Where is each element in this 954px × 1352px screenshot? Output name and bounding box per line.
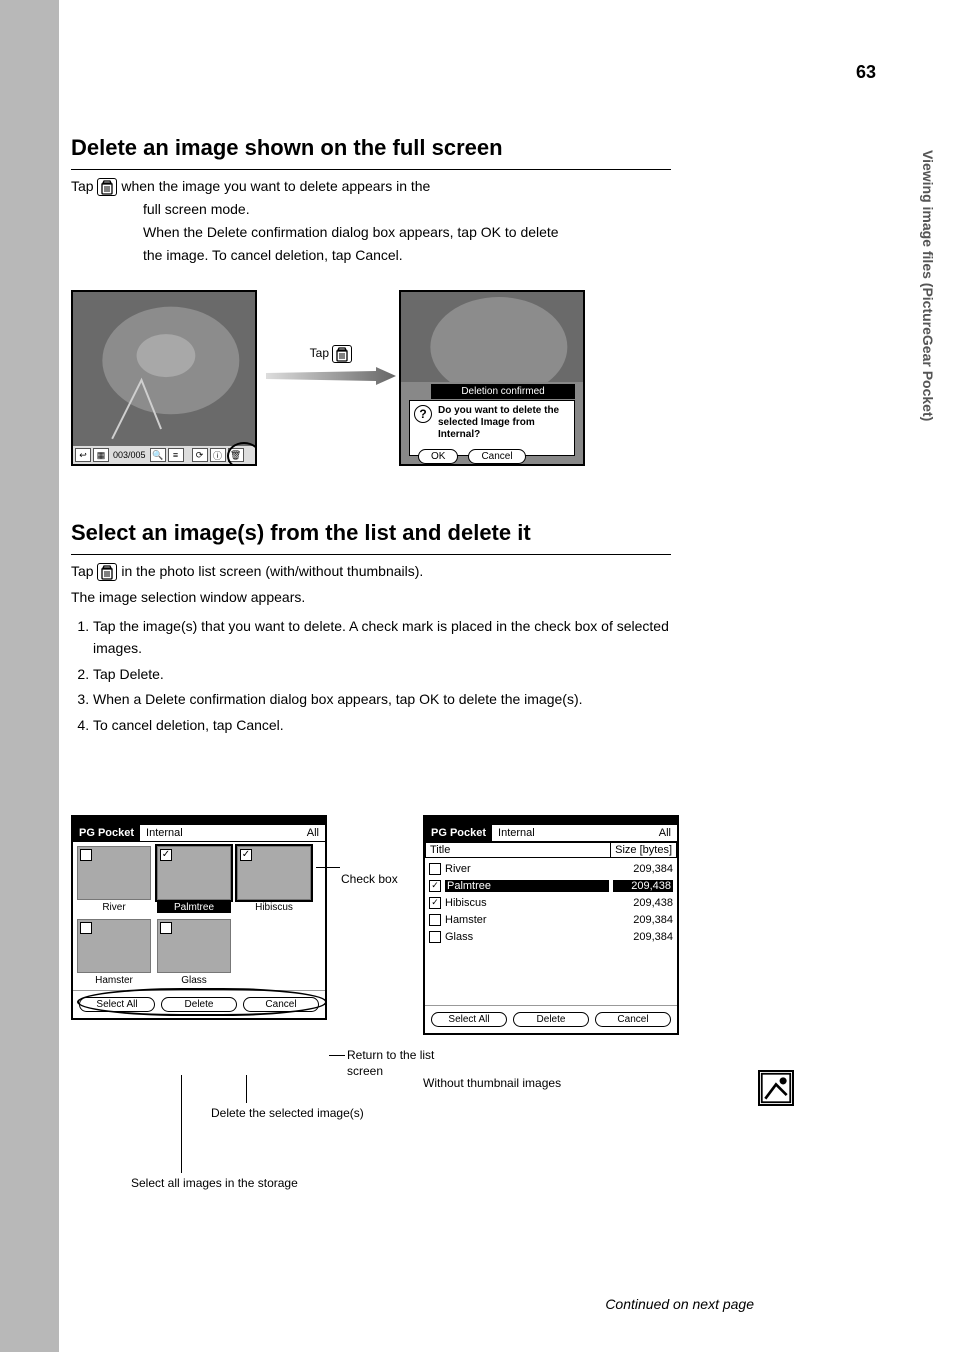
callout-delete: Delete the selected image(s) xyxy=(211,1105,411,1121)
question-icon: ? xyxy=(414,405,432,423)
checkbox[interactable] xyxy=(160,922,172,934)
screenshot-detail-list: PG Pocket Internal All Title Size [bytes… xyxy=(423,815,679,1035)
checkbox[interactable] xyxy=(80,922,92,934)
checkbox[interactable] xyxy=(80,849,92,861)
info-icon[interactable]: ⓘ xyxy=(210,448,226,462)
trash-icon xyxy=(97,563,117,581)
cancel-button[interactable]: Cancel xyxy=(243,997,319,1012)
step-4: To cancel deletion, tap Cancel. xyxy=(93,715,711,737)
trash-icon xyxy=(97,178,117,196)
rotate-icon[interactable]: ⟳ xyxy=(192,448,208,462)
select-all-button[interactable]: Select All xyxy=(79,997,155,1012)
trash-toolbar-icon[interactable]: 🗑 xyxy=(228,448,244,462)
row-glass[interactable]: Glass209,384 xyxy=(429,928,673,945)
text-step-full-sub2: the image. To cancel deletion, tap Cance… xyxy=(143,245,711,266)
trash-icon xyxy=(332,345,352,363)
text-step-full-sub: When the Delete confirmation dialog box … xyxy=(143,222,711,243)
list-icon[interactable]: ≡ xyxy=(168,448,184,462)
screenshot-delete-dialog: Deletion confirmed ? Do you want to dele… xyxy=(399,290,589,466)
zoom-icon[interactable]: 🔍 xyxy=(150,448,166,462)
intro-list: Tap in the photo list screen (with/witho… xyxy=(71,561,711,583)
caption-no-thumb: Without thumbnail images xyxy=(423,1075,683,1091)
thumb-glass[interactable]: Glass xyxy=(157,919,231,986)
callout-selectall: Select all images in the storage xyxy=(131,1175,381,1191)
checkbox-checked[interactable]: ✓ xyxy=(160,849,172,861)
cancel-button[interactable]: Cancel xyxy=(595,1012,671,1027)
step-3: When a Delete confirmation dialog box ap… xyxy=(93,689,711,711)
heading-delete-single: Delete an image shown on the full screen xyxy=(71,135,711,161)
row-palmtree[interactable]: ✓Palmtree209,438 xyxy=(429,877,673,894)
checkbox-checked[interactable]: ✓ xyxy=(240,849,252,861)
text-step-full: Tap when the image you want to delete ap… xyxy=(71,176,711,197)
thumb-hamster[interactable]: Hamster xyxy=(77,919,151,986)
storage-dropdown[interactable]: Internal xyxy=(492,825,653,841)
screenshot-thumb-list: PG Pocket Internal All River ✓ Palmtree … xyxy=(71,815,327,1020)
rule xyxy=(71,554,671,555)
select-all-button[interactable]: Select All xyxy=(431,1012,507,1027)
text-step-full-line2: full screen mode. xyxy=(143,199,711,220)
step-1: Tap the image(s) that you want to delete… xyxy=(93,616,711,659)
intro-list-2: The image selection window appears. xyxy=(71,587,711,609)
thumb-river[interactable]: River xyxy=(77,846,151,913)
row-hibiscus[interactable]: ✓Hibiscus209,438 xyxy=(429,894,673,911)
step-2: Tap Delete. xyxy=(93,664,711,686)
thumb-palmtree[interactable]: ✓ Palmtree xyxy=(157,846,231,913)
col-size: Size [bytes] xyxy=(610,842,677,858)
cancel-button[interactable]: Cancel xyxy=(468,449,525,464)
thumb-hibiscus[interactable]: ✓ Hibiscus xyxy=(237,846,311,913)
screenshot-fullscreen: ↩ ▦ 003/005 🔍 ≡ ⟳ ⓘ 🗑 xyxy=(71,290,261,466)
delete-button[interactable]: Delete xyxy=(513,1012,589,1027)
category-dropdown[interactable]: All xyxy=(653,825,677,841)
dialog-title: Deletion confirmed xyxy=(431,384,575,399)
app-name: PG Pocket xyxy=(425,825,492,841)
ok-button[interactable]: OK xyxy=(418,449,458,464)
thumb-icon[interactable]: ▦ xyxy=(93,448,109,462)
arrow-tap: Tap xyxy=(266,345,396,390)
category-dropdown[interactable]: All xyxy=(301,825,325,841)
col-title: Title xyxy=(425,842,610,858)
row-hamster[interactable]: Hamster209,384 xyxy=(429,911,673,928)
continued: Continued on next page xyxy=(605,1296,754,1312)
counter: 003/005 xyxy=(111,450,148,460)
rule xyxy=(71,169,671,170)
row-river[interactable]: River209,384 xyxy=(429,860,673,877)
storage-dropdown[interactable]: Internal xyxy=(140,825,301,841)
back-icon[interactable]: ↩ xyxy=(75,448,91,462)
dialog-message: Do you want to delete the selected Image… xyxy=(438,405,559,440)
left-gray-column xyxy=(0,0,59,1352)
app-name: PG Pocket xyxy=(73,825,140,841)
delete-button[interactable]: Delete xyxy=(161,997,237,1012)
heading-delete-list: Select an image(s) from the list and del… xyxy=(71,520,711,546)
